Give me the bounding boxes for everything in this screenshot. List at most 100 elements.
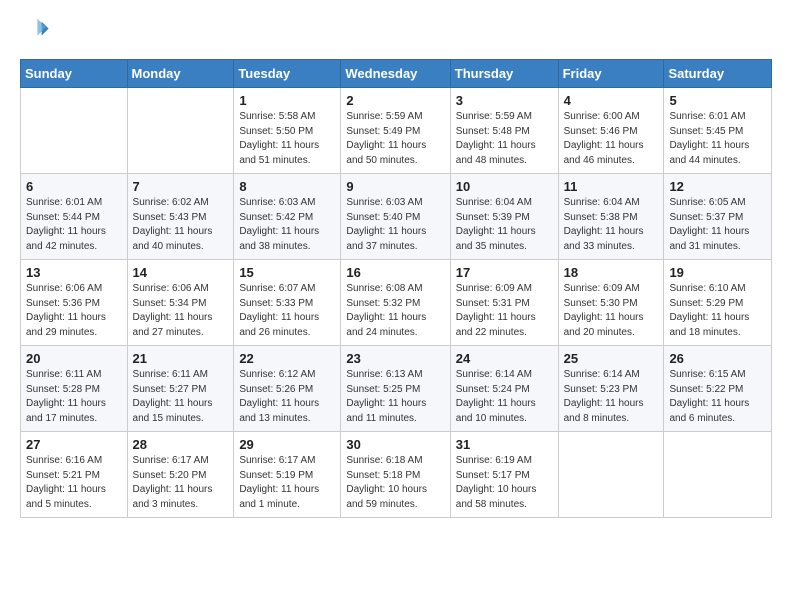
- calendar-cell: 24Sunrise: 6:14 AM Sunset: 5:24 PM Dayli…: [450, 346, 558, 432]
- weekday-header-thursday: Thursday: [450, 60, 558, 88]
- calendar-cell: 3 Sunrise: 5:59 AM Sunset: 5:48 PM Daylig…: [450, 88, 558, 174]
- calendar-table: SundayMondayTuesdayWednesdayThursdayFrid…: [20, 59, 772, 518]
- calendar-cell: 29 Sunrise: 6:17 AM Sunset: 5:19 PM Dayli…: [234, 432, 341, 518]
- day-detail: Sunrise: 6:11 AM Sunset: 5:27 PM Dayligh…: [133, 368, 229, 426]
- day-detail: Sunrise: 6:03 AM Sunset: 5:40 PM Dayligh…: [346, 196, 444, 254]
- logo-icon: [22, 16, 50, 44]
- calendar-cell: 10 Sunrise: 6:04 AM Sunset: 5:39 PM Dayli…: [450, 174, 558, 260]
- day-number: 19: [669, 265, 766, 280]
- day-number: 5: [669, 93, 766, 108]
- day-number: 30: [346, 437, 444, 452]
- day-number: 7: [133, 179, 229, 194]
- day-detail: Sunrise: 6:10 AM Sunset: 5:29 PM Dayligh…: [669, 282, 766, 340]
- day-number: 13: [26, 265, 122, 280]
- day-detail: Sunrise: 6:07 AM Sunset: 5:33 PM Dayligh…: [239, 282, 335, 340]
- calendar-cell: [21, 88, 128, 174]
- day-detail: Sunrise: 6:15 AM Sunset: 5:22 PM Dayligh…: [669, 368, 766, 426]
- calendar-cell: [127, 88, 234, 174]
- calendar-cell: 5 Sunrise: 6:01 AM Sunset: 5:45 PM Daylig…: [664, 88, 772, 174]
- calendar-cell: 14 Sunrise: 6:06 AM Sunset: 5:34 PM Dayli…: [127, 260, 234, 346]
- calendar-cell: 26 Sunrise: 6:15 AM Sunset: 5:22 PM Dayli…: [664, 346, 772, 432]
- day-detail: Sunrise: 6:16 AM Sunset: 5:21 PM Dayligh…: [26, 454, 122, 512]
- day-detail: Sunrise: 6:11 AM Sunset: 5:28 PM Dayligh…: [26, 368, 122, 426]
- day-detail: Sunrise: 6:01 AM Sunset: 5:45 PM Dayligh…: [669, 110, 766, 168]
- calendar-cell: 19 Sunrise: 6:10 AM Sunset: 5:29 PM Dayli…: [664, 260, 772, 346]
- day-number: 14: [133, 265, 229, 280]
- day-detail: Sunrise: 6:03 AM Sunset: 5:42 PM Dayligh…: [239, 196, 335, 254]
- calendar-cell: 21 Sunrise: 6:11 AM Sunset: 5:27 PM Dayli…: [127, 346, 234, 432]
- calendar-cell: 23 Sunrise: 6:13 AM Sunset: 5:25 PM Dayli…: [341, 346, 450, 432]
- weekday-header-sunday: Sunday: [21, 60, 128, 88]
- day-number: 21: [133, 351, 229, 366]
- day-detail: Sunrise: 6:08 AM Sunset: 5:32 PM Dayligh…: [346, 282, 444, 340]
- day-number: 25: [564, 351, 659, 366]
- day-detail: Sunrise: 6:18 AM Sunset: 5:18 PM Dayligh…: [346, 454, 444, 512]
- day-detail: Sunrise: 6:06 AM Sunset: 5:34 PM Dayligh…: [133, 282, 229, 340]
- page-header: [20, 16, 772, 49]
- calendar-cell: 7 Sunrise: 6:02 AM Sunset: 5:43 PM Daylig…: [127, 174, 234, 260]
- day-number: 31: [456, 437, 553, 452]
- day-detail: Sunrise: 6:04 AM Sunset: 5:39 PM Dayligh…: [456, 196, 553, 254]
- day-detail: Sunrise: 6:17 AM Sunset: 5:19 PM Dayligh…: [239, 454, 335, 512]
- day-number: 26: [669, 351, 766, 366]
- calendar-cell: 28 Sunrise: 6:17 AM Sunset: 5:20 PM Dayli…: [127, 432, 234, 518]
- day-detail: Sunrise: 6:04 AM Sunset: 5:38 PM Dayligh…: [564, 196, 659, 254]
- week-row-3: 13Sunrise: 6:06 AM Sunset: 5:36 PM Dayli…: [21, 260, 772, 346]
- day-detail: Sunrise: 6:19 AM Sunset: 5:17 PM Dayligh…: [456, 454, 553, 512]
- day-detail: Sunrise: 6:09 AM Sunset: 5:31 PM Dayligh…: [456, 282, 553, 340]
- calendar-cell: 25Sunrise: 6:14 AM Sunset: 5:23 PM Dayli…: [558, 346, 664, 432]
- calendar-cell: 17 Sunrise: 6:09 AM Sunset: 5:31 PM Dayli…: [450, 260, 558, 346]
- calendar-cell: [558, 432, 664, 518]
- day-number: 11: [564, 179, 659, 194]
- day-number: 2: [346, 93, 444, 108]
- day-detail: Sunrise: 6:01 AM Sunset: 5:44 PM Dayligh…: [26, 196, 122, 254]
- day-number: 3: [456, 93, 553, 108]
- day-number: 10: [456, 179, 553, 194]
- week-row-4: 20Sunrise: 6:11 AM Sunset: 5:28 PM Dayli…: [21, 346, 772, 432]
- week-row-2: 6Sunrise: 6:01 AM Sunset: 5:44 PM Daylig…: [21, 174, 772, 260]
- day-detail: Sunrise: 6:05 AM Sunset: 5:37 PM Dayligh…: [669, 196, 766, 254]
- calendar-cell: 31 Sunrise: 6:19 AM Sunset: 5:17 PM Dayli…: [450, 432, 558, 518]
- day-number: 18: [564, 265, 659, 280]
- calendar-cell: 20Sunrise: 6:11 AM Sunset: 5:28 PM Dayli…: [21, 346, 128, 432]
- day-detail: Sunrise: 6:02 AM Sunset: 5:43 PM Dayligh…: [133, 196, 229, 254]
- weekday-header-tuesday: Tuesday: [234, 60, 341, 88]
- day-number: 4: [564, 93, 659, 108]
- calendar-cell: 15 Sunrise: 6:07 AM Sunset: 5:33 PM Dayli…: [234, 260, 341, 346]
- day-number: 29: [239, 437, 335, 452]
- calendar-cell: 4Sunrise: 6:00 AM Sunset: 5:46 PM Daylig…: [558, 88, 664, 174]
- day-number: 1: [239, 93, 335, 108]
- calendar-cell: 18 Sunrise: 6:09 AM Sunset: 5:30 PM Dayli…: [558, 260, 664, 346]
- day-detail: Sunrise: 6:09 AM Sunset: 5:30 PM Dayligh…: [564, 282, 659, 340]
- day-number: 27: [26, 437, 122, 452]
- day-number: 9: [346, 179, 444, 194]
- weekday-header-saturday: Saturday: [664, 60, 772, 88]
- day-number: 17: [456, 265, 553, 280]
- calendar-cell: 30 Sunrise: 6:18 AM Sunset: 5:18 PM Dayli…: [341, 432, 450, 518]
- day-detail: Sunrise: 6:17 AM Sunset: 5:20 PM Dayligh…: [133, 454, 229, 512]
- calendar-cell: 8 Sunrise: 6:03 AM Sunset: 5:42 PM Daylig…: [234, 174, 341, 260]
- calendar-cell: 9 Sunrise: 6:03 AM Sunset: 5:40 PM Daylig…: [341, 174, 450, 260]
- day-number: 16: [346, 265, 444, 280]
- calendar-cell: 13Sunrise: 6:06 AM Sunset: 5:36 PM Dayli…: [21, 260, 128, 346]
- day-detail: Sunrise: 5:59 AM Sunset: 5:49 PM Dayligh…: [346, 110, 444, 168]
- calendar-cell: 27 Sunrise: 6:16 AM Sunset: 5:21 PM Dayli…: [21, 432, 128, 518]
- calendar-cell: 2 Sunrise: 5:59 AM Sunset: 5:49 PM Daylig…: [341, 88, 450, 174]
- day-number: 23: [346, 351, 444, 366]
- week-row-1: 1Sunrise: 5:58 AM Sunset: 5:50 PM Daylig…: [21, 88, 772, 174]
- calendar-cell: 6Sunrise: 6:01 AM Sunset: 5:44 PM Daylig…: [21, 174, 128, 260]
- day-number: 8: [239, 179, 335, 194]
- day-number: 28: [133, 437, 229, 452]
- day-detail: Sunrise: 6:14 AM Sunset: 5:24 PM Dayligh…: [456, 368, 553, 426]
- logo: [20, 16, 50, 49]
- day-detail: Sunrise: 6:13 AM Sunset: 5:25 PM Dayligh…: [346, 368, 444, 426]
- weekday-header-monday: Monday: [127, 60, 234, 88]
- calendar-cell: [664, 432, 772, 518]
- calendar-cell: 22 Sunrise: 6:12 AM Sunset: 5:26 PM Dayli…: [234, 346, 341, 432]
- day-detail: Sunrise: 6:12 AM Sunset: 5:26 PM Dayligh…: [239, 368, 335, 426]
- calendar-cell: 16 Sunrise: 6:08 AM Sunset: 5:32 PM Dayli…: [341, 260, 450, 346]
- weekday-header-friday: Friday: [558, 60, 664, 88]
- day-detail: Sunrise: 5:59 AM Sunset: 5:48 PM Dayligh…: [456, 110, 553, 168]
- day-number: 15: [239, 265, 335, 280]
- day-number: 22: [239, 351, 335, 366]
